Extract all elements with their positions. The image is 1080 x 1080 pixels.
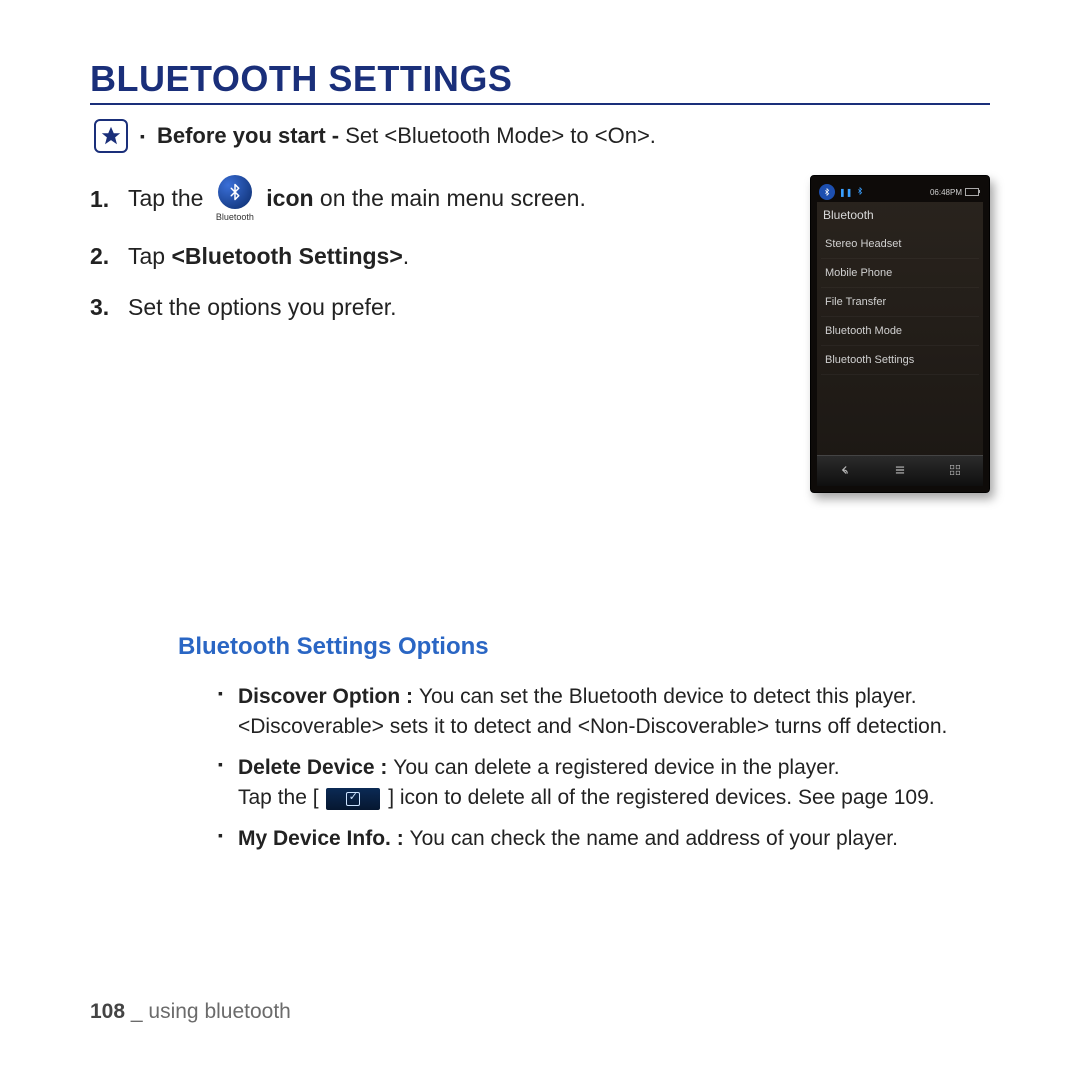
option-label: Delete Device : — [238, 756, 393, 779]
bullet-icon: ▪ — [140, 128, 145, 144]
note-text: Before you start - Set <Bluetooth Mode> … — [157, 123, 656, 149]
options-list: Discover Option : You can set the Blueto… — [178, 682, 990, 854]
device-bottombar — [817, 455, 983, 486]
bluetooth-icon-caption: Bluetooth — [216, 210, 254, 224]
menu-icon — [893, 463, 907, 480]
manual-page: BLUETOOTH SETTINGS ▪ Before you start - … — [0, 0, 1080, 1080]
content-row: 1. Tap the Bluetooth icon on the main me… — [90, 175, 990, 493]
grid-icon — [948, 463, 962, 480]
step-2-pre: Tap — [128, 243, 171, 269]
pause-icon: ❚❚ — [839, 188, 852, 197]
step-2-bold: <Bluetooth Settings> — [171, 243, 402, 269]
back-icon — [838, 463, 852, 480]
note-body: Set <Bluetooth Mode> to <On>. — [345, 123, 656, 148]
step-num: 1. — [90, 181, 118, 218]
device-menu-item: Bluetooth Settings — [821, 346, 979, 375]
steps-list: 1. Tap the Bluetooth icon on the main me… — [90, 175, 780, 340]
bluetooth-glyph-icon — [856, 186, 864, 198]
option-text: ] icon to delete all of the registered d… — [382, 786, 934, 809]
footer-section: using bluetooth — [148, 1000, 290, 1023]
bluetooth-mini-icon — [819, 184, 835, 200]
step-1-post: icon — [266, 185, 313, 211]
option-text: <Discoverable> sets it to detect and <No… — [238, 715, 947, 738]
options-heading: Bluetooth Settings Options — [178, 633, 990, 661]
step-3: 3. Set the options you prefer. — [90, 289, 780, 326]
option-device-info: My Device Info. : You can check the name… — [218, 824, 990, 854]
device-menu-item: Stereo Headset — [821, 230, 979, 259]
device-screenshot: ❚❚ 06:48PM Bluetooth Stereo Headset Mobi… — [810, 175, 990, 493]
page-number: 108 — [90, 1000, 125, 1023]
device-statusbar: ❚❚ 06:48PM — [817, 182, 983, 202]
note-row: ▪ Before you start - Set <Bluetooth Mode… — [90, 119, 990, 153]
device-time: 06:48PM — [930, 188, 962, 197]
step-2-tail: . — [403, 243, 409, 269]
page-footer: 108 _ using bluetooth — [90, 1000, 291, 1024]
page-title: BLUETOOTH SETTINGS — [90, 58, 990, 105]
option-text: Tap the [ — [238, 786, 324, 809]
step-3-text: Set the options you prefer. — [128, 289, 780, 326]
device-menu-item: Bluetooth Mode — [821, 317, 979, 346]
battery-icon — [965, 188, 979, 196]
option-label: Discover Option : — [238, 685, 419, 708]
step-num: 3. — [90, 289, 118, 326]
option-label: My Device Info. : — [238, 827, 410, 850]
star-icon — [94, 119, 128, 153]
option-discover: Discover Option : You can set the Blueto… — [218, 682, 990, 743]
option-text: You can set the Bluetooth device to dete… — [419, 685, 917, 708]
option-delete: Delete Device : You can delete a registe… — [218, 753, 990, 814]
checkbox-chip-icon: ✓ — [326, 788, 380, 810]
device-menu: Stereo Headset Mobile Phone File Transfe… — [817, 230, 983, 375]
bluetooth-icon: Bluetooth — [216, 175, 254, 224]
step-1-pre: Tap the — [128, 185, 210, 211]
device-header: Bluetooth — [817, 202, 983, 230]
step-num: 2. — [90, 238, 118, 275]
footer-sep: _ — [125, 1000, 148, 1023]
device-menu-item: File Transfer — [821, 288, 979, 317]
step-1-tail: on the main menu screen. — [314, 185, 586, 211]
step-2: 2. Tap <Bluetooth Settings>. — [90, 238, 780, 275]
step-1: 1. Tap the Bluetooth icon on the main me… — [90, 175, 780, 224]
option-text: You can check the name and address of yo… — [410, 827, 898, 850]
option-text: You can delete a registered device in th… — [393, 756, 839, 779]
device-menu-item: Mobile Phone — [821, 259, 979, 288]
note-label: Before you start - — [157, 123, 345, 148]
step-body: Tap <Bluetooth Settings>. — [128, 238, 780, 275]
step-body: Tap the Bluetooth icon on the main menu … — [128, 175, 780, 224]
